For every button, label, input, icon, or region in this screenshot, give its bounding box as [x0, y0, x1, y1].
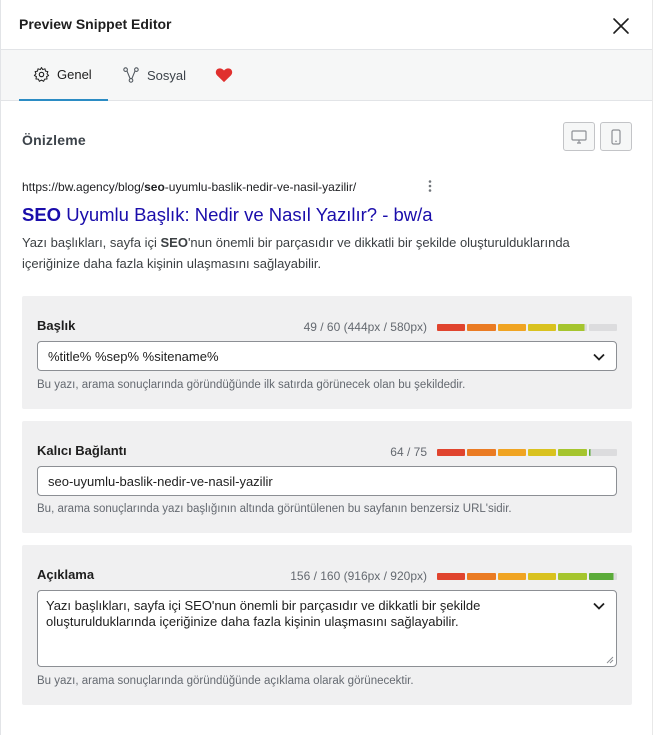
- meter-segment: [558, 573, 587, 580]
- meter-segment: [558, 449, 587, 456]
- more-options-icon[interactable]: [426, 179, 434, 193]
- tab-bar: Genel Sosyal: [1, 50, 652, 101]
- meter-segment: [467, 449, 496, 456]
- tab-favorite[interactable]: [215, 50, 240, 100]
- title-field-box: Başlık 49 / 60 (444px / 580px) %title% %…: [22, 296, 632, 409]
- tab-sosyal[interactable]: Sosyal: [122, 50, 186, 100]
- meter-segment: [437, 449, 466, 456]
- meter-segment: [588, 449, 617, 456]
- desc-keyword: SEO: [160, 235, 188, 250]
- title-char-count: 49 / 60 (444px / 580px): [303, 320, 427, 334]
- permalink-input[interactable]: seo-uyumlu-baslik-nedir-ve-nasil-yazilir: [37, 466, 617, 496]
- snippet-editor-modal: Preview Snippet Editor Genel Sosyal Öniz…: [0, 0, 652, 735]
- title-input-value: %title% %sep% %sitename%: [48, 348, 219, 364]
- description-textarea[interactable]: Yazı başlıkları, sayfa içi SEO'nun öneml…: [37, 590, 617, 667]
- permalink-char-count: 64 / 75: [390, 445, 427, 459]
- permalink-help-text: Bu, arama sonuçlarında yazı başlığının a…: [37, 503, 512, 515]
- url-keyword: seo: [144, 180, 165, 194]
- desc-part1: Yazı başlıkları, sayfa içi: [22, 235, 161, 250]
- url-prefix: https://bw.agency/blog/: [22, 180, 145, 194]
- meter-segment: [497, 324, 526, 331]
- tab-genel-label: Genel: [57, 67, 92, 82]
- close-button[interactable]: [607, 12, 635, 40]
- meter-segment: [588, 324, 617, 331]
- title-keyword: SEO: [22, 204, 62, 225]
- desktop-icon: [571, 129, 587, 144]
- meter-segment: [527, 573, 557, 580]
- meter-segment: [527, 324, 557, 331]
- mobile-preview-button[interactable]: [600, 122, 632, 151]
- desktop-preview-button[interactable]: [563, 122, 595, 151]
- description-char-count: 156 / 160 (916px / 920px): [290, 569, 427, 583]
- meter-segment: [467, 324, 496, 331]
- close-icon: [613, 18, 629, 34]
- page-scrollbar[interactable]: [652, 0, 666, 735]
- description-help-text: Bu yazı, arama sonuçlarında göründüğünde…: [37, 675, 414, 687]
- meter-segment: [588, 573, 617, 580]
- title-rest: Uyumlu Başlık: Nedir ve Nasıl Yazılır? -…: [61, 204, 433, 225]
- meter-segment: [437, 324, 466, 331]
- permalink-input-value: seo-uyumlu-baslik-nedir-ve-nasil-yazilir: [48, 473, 273, 489]
- permalink-field-label: Kalıcı Bağlantı: [37, 443, 127, 458]
- description-length-meter: [437, 573, 617, 580]
- share-icon: [122, 66, 140, 84]
- description-textarea-value: Yazı başlıkları, sayfa içi SEO'nun öneml…: [46, 598, 481, 629]
- meter-segment: [497, 449, 526, 456]
- tab-sosyal-label: Sosyal: [147, 67, 187, 83]
- modal-header: Preview Snippet Editor: [1, 0, 652, 50]
- serp-description: Yazı başlıkları, sayfa içi SEO'nun öneml…: [22, 232, 622, 274]
- mobile-icon: [611, 128, 621, 145]
- meter-segment: [467, 573, 496, 580]
- title-length-meter: [437, 324, 617, 331]
- preview-heading: Önizleme: [22, 132, 86, 148]
- title-field-label: Başlık: [37, 318, 76, 333]
- serp-url: https://bw.agency/blog/seo-uyumlu-baslik…: [22, 180, 356, 194]
- meter-segment: [527, 449, 557, 456]
- tab-genel[interactable]: Genel: [19, 50, 108, 101]
- permalink-length-meter: [437, 449, 617, 456]
- meter-segment: [558, 324, 587, 331]
- chevron-down-icon[interactable]: [592, 599, 606, 613]
- title-input[interactable]: %title% %sep% %sitename%: [37, 341, 617, 371]
- heart-icon: [215, 67, 233, 83]
- url-suffix: -uyumlu-baslik-nedir-ve-nasil-yazilir/: [164, 180, 357, 194]
- description-field-box: Açıklama 156 / 160 (916px / 920px) Yazı …: [22, 545, 632, 705]
- permalink-field-box: Kalıcı Bağlantı 64 / 75 seo-uyumlu-basli…: [22, 421, 632, 533]
- gear-icon: [33, 66, 50, 83]
- title-help-text: Bu yazı, arama sonuçlarında göründüğünde…: [37, 379, 466, 391]
- chevron-down-icon[interactable]: [592, 350, 606, 364]
- modal-title: Preview Snippet Editor: [19, 16, 172, 32]
- description-field-label: Açıklama: [37, 567, 95, 582]
- resize-handle-icon[interactable]: [606, 656, 614, 664]
- meter-segment: [437, 573, 466, 580]
- editor-content: Önizleme https://bw.agency/blog/seo-uyum…: [1, 101, 653, 735]
- meter-segment: [497, 573, 526, 580]
- serp-title[interactable]: SEO Uyumlu Başlık: Nedir ve Nasıl Yazılı…: [22, 204, 433, 226]
